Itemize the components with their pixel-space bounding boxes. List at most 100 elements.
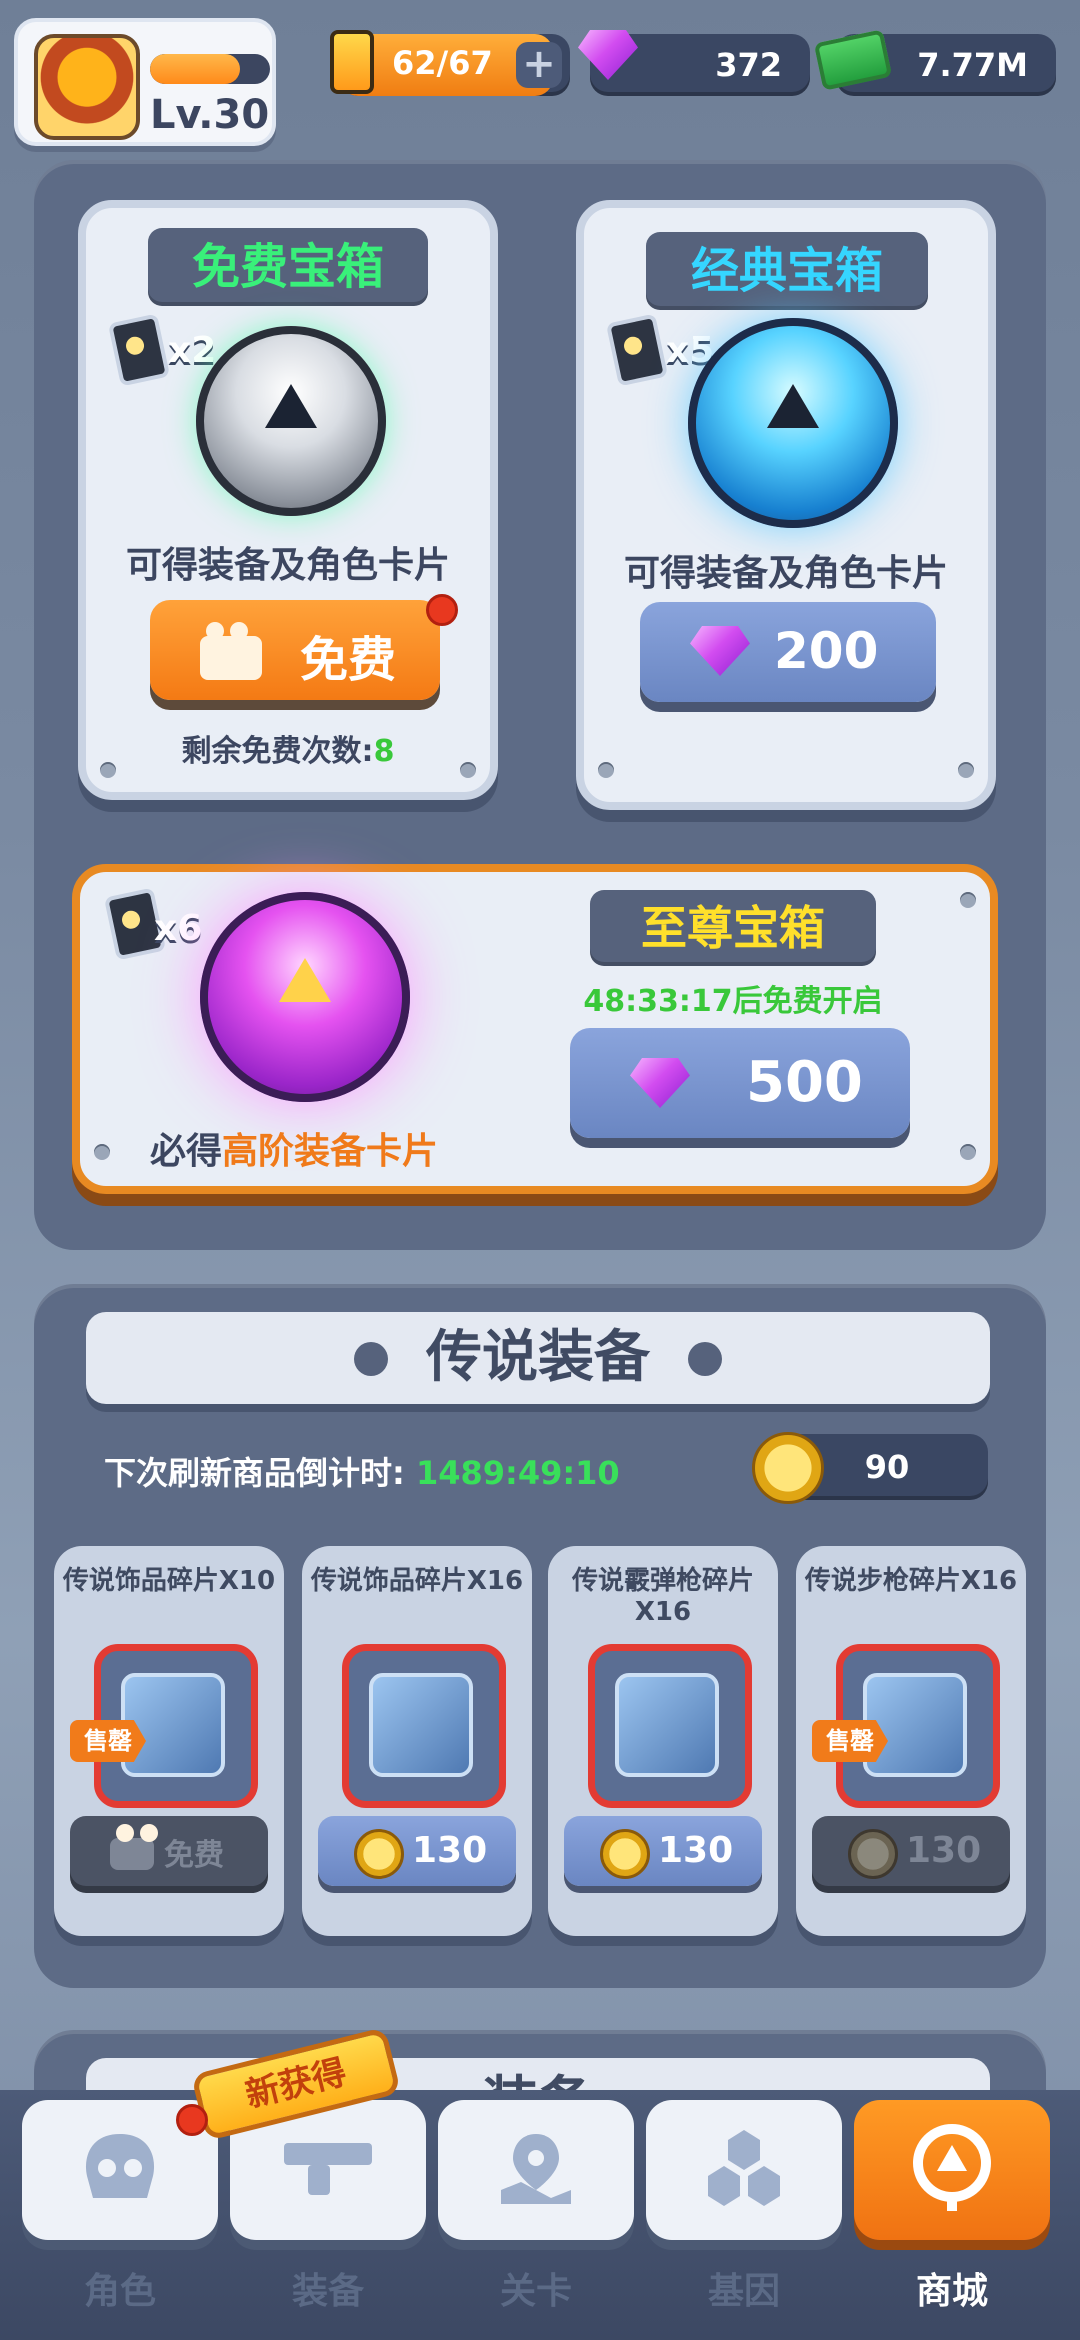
item-frame [588, 1644, 752, 1808]
skull-icon [75, 2128, 165, 2212]
buy-button[interactable]: 130 [564, 1816, 762, 1886]
classic-chest-price: 200 [774, 622, 879, 680]
item-frame [342, 1644, 506, 1808]
price-label: 130 [906, 1830, 982, 1871]
refresh-countdown: 下次刷新商品倒计时: 1489:49:10 [104, 1448, 620, 1494]
legendary-section-header: 传说装备 [86, 1312, 990, 1404]
energy-counter[interactable]: 62/67 + [340, 34, 570, 96]
video-camera-icon [200, 622, 262, 680]
free-remaining-count: 8 [373, 734, 395, 769]
shop-item-card[interactable]: 传说霰弹枪碎片X16 130 [548, 1546, 778, 1936]
video-camera-icon [110, 1824, 158, 1870]
nav-label-2: 关卡 [499, 2271, 572, 2312]
buy-button: 免费 [70, 1816, 268, 1886]
screw-icon [460, 762, 476, 778]
free-chest-button-label: 免费 [300, 632, 397, 688]
free-remaining-label: 剩余免费次数: [181, 734, 374, 769]
player-card[interactable]: Lv.30 [14, 18, 276, 146]
screw-icon [960, 892, 976, 908]
orb-core-icon [279, 958, 331, 1003]
shop-item-name: 传说饰品碎片X16 [310, 1566, 524, 1596]
nav-tab-3[interactable] [646, 2100, 842, 2240]
nav-label-1: 装备 [291, 2271, 364, 2312]
notification-dot [176, 2104, 208, 2136]
gem-icon [690, 626, 750, 676]
add-energy-button[interactable]: + [516, 42, 562, 88]
energy-value: 62/67 [392, 44, 493, 82]
classic-chest-title: 经典宝箱 [646, 232, 928, 310]
classic-chest-orb-icon [688, 318, 898, 528]
weapon-part-icon [615, 1673, 719, 1777]
screw-icon [100, 762, 116, 778]
ticket-icon [605, 313, 669, 387]
supreme-desc-highlight: 高阶装备卡片 [222, 1131, 439, 1172]
supreme-chest-desc: 必得高阶装备卡片 [150, 1122, 438, 1174]
screw-icon [94, 1144, 110, 1160]
coin-icon [752, 1432, 824, 1504]
free-remaining: 剩余免费次数:8 [86, 726, 490, 770]
refresh-label: 下次刷新商品倒计时: [104, 1454, 405, 1492]
shop-item-card[interactable]: 传说饰品碎片X16 130 [302, 1546, 532, 1936]
supreme-chest-timer: 48:33:17后免费开启 [583, 984, 883, 1019]
nav-tab-2[interactable] [438, 2100, 634, 2240]
xp-bar [150, 54, 270, 84]
shop-icon [907, 2123, 997, 2217]
classic-chest-desc: 可得装备及角色卡片 [623, 553, 948, 594]
nav-label-3: 基因 [707, 2271, 780, 2312]
supreme-chest-multiplier: x6 [154, 908, 203, 949]
gem-icon [630, 1058, 690, 1108]
free-chest-title: 免费宝箱 [148, 228, 428, 306]
coin-icon [600, 1829, 650, 1879]
free-chest-card[interactable]: 免费宝箱 x2 可得装备及角色卡片 免费 剩余免费次数:8 [78, 200, 498, 800]
refresh-timer: 1489:49:10 [415, 1454, 620, 1492]
coin-icon [354, 1829, 404, 1879]
weapon-part-icon [369, 1673, 473, 1777]
classic-chest-card[interactable]: 经典宝箱 x5 可得装备及角色卡片 200 [576, 200, 996, 810]
supreme-chest-orb-icon [200, 892, 410, 1102]
player-level: Lv.30 [150, 92, 270, 138]
map-pin-icon [491, 2128, 581, 2212]
nav-tab-4[interactable] [854, 2100, 1050, 2240]
nav-label-4: 商城 [915, 2271, 988, 2312]
sold-out-tag: 售罄 [70, 1720, 146, 1762]
screw-icon [960, 1144, 976, 1160]
shop-item-name: 传说步枪碎片X16 [804, 1566, 1018, 1596]
free-chest-multiplier: x2 [168, 330, 217, 371]
orb-core-icon [265, 383, 317, 428]
ticket-icon [107, 313, 171, 387]
shop-item-name: 传说霰弹枪碎片X16 [571, 1566, 754, 1627]
sold-out-tag: 售罄 [812, 1720, 888, 1762]
gun-icon [278, 2133, 378, 2207]
battery-icon [330, 30, 374, 94]
supreme-chest-card[interactable]: x6 必得高阶装备卡片 至尊宝箱 48:33:17后免费开启 500 [72, 864, 998, 1194]
shop-item-card[interactable]: 传说步枪碎片X16 售罄 130 [796, 1546, 1026, 1936]
legendary-title: 传说装备 [426, 1325, 650, 1390]
shop-item-name: 传说饰品碎片X10 [62, 1566, 276, 1596]
classic-chest-buy-button[interactable]: 200 [640, 602, 936, 702]
cash-value: 7.77M [917, 46, 1028, 84]
price-label: 130 [658, 1830, 734, 1871]
coin-icon [848, 1829, 898, 1879]
buy-button: 130 [812, 1816, 1010, 1886]
price-label: 免费 [164, 1838, 224, 1873]
screw-icon [598, 762, 614, 778]
notification-dot [426, 594, 458, 626]
dot-icon [688, 1342, 722, 1376]
screw-icon [958, 762, 974, 778]
avatar [34, 34, 140, 140]
free-chest-desc: 可得装备及角色卡片 [125, 545, 450, 586]
dot-icon [354, 1342, 388, 1376]
supreme-chest-title: 至尊宝箱 [590, 890, 876, 966]
orb-core-icon [767, 384, 819, 429]
shop-item-card[interactable]: 传说饰品碎片X10 售罄免费 [54, 1546, 284, 1936]
nav-label-0: 角色 [83, 2271, 156, 2312]
supreme-desc-prefix: 必得 [150, 1131, 223, 1172]
buy-button[interactable]: 130 [318, 1816, 516, 1886]
xp-bar-fill [150, 54, 240, 84]
supreme-chest-buy-button[interactable]: 500 [570, 1028, 910, 1138]
hexagons-icon [694, 2128, 794, 2212]
gem-value: 372 [715, 46, 782, 84]
free-chest-orb-icon [196, 326, 386, 516]
price-label: 130 [412, 1830, 488, 1871]
free-chest-button[interactable]: 免费 [150, 600, 440, 700]
